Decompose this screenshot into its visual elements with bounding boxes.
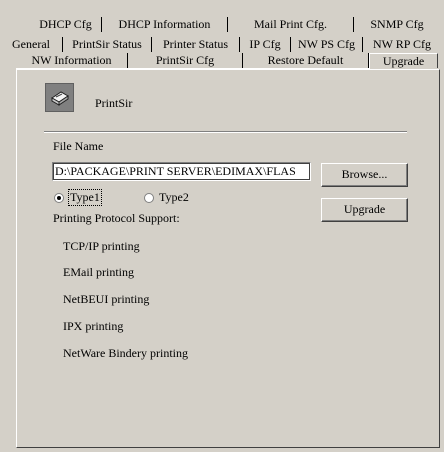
tab-printsir-status[interactable]: PrintSir Status [63, 37, 152, 52]
type2-radio[interactable] [144, 192, 154, 203]
tab-general[interactable]: General [0, 37, 63, 52]
protocol-support-heading: Printing Protocol Support: [53, 211, 180, 225]
tab-mail-print-cfg[interactable]: Mail Print Cfg. [228, 17, 354, 32]
type2-option[interactable]: Type2 [144, 190, 189, 205]
upgrade-panel [16, 69, 440, 448]
tab-row-1: DHCP Cfg DHCP Information Mail Print Cfg… [30, 17, 440, 32]
protocol-item: TCP/IP printing [63, 239, 140, 253]
tab-row-2: General PrintSir Status Printer Status I… [0, 37, 441, 52]
printer-icon [45, 83, 74, 112]
device-name: PrintSir [95, 96, 133, 110]
tab-nw-rp-cfg[interactable]: NW RP Cfg [363, 37, 441, 52]
panel-top-edge [16, 68, 370, 69]
tab-printer-status[interactable]: Printer Status [152, 37, 240, 52]
tab-ip-cfg[interactable]: IP Cfg [240, 37, 291, 52]
tab-snmp-cfg[interactable]: SNMP Cfg [354, 17, 440, 32]
tab-upgrade[interactable]: Upgrade [369, 53, 438, 68]
type1-label: Type1 [68, 189, 102, 206]
type1-radio[interactable] [54, 192, 64, 203]
file-name-label: File Name [53, 139, 104, 153]
tab-restore-default[interactable]: Restore Default [243, 53, 369, 68]
browse-button[interactable]: Browse... [321, 163, 408, 187]
tab-printsir-cfg[interactable]: PrintSir Cfg [128, 53, 243, 68]
protocol-item: IPX printing [63, 319, 124, 333]
upgrade-button[interactable]: Upgrade [321, 198, 408, 222]
type2-label: Type2 [159, 190, 189, 204]
tab-dhcp-cfg[interactable]: DHCP Cfg [30, 17, 102, 32]
protocol-item: NetWare Bindery printing [63, 346, 188, 360]
tab-row-3: NW Information PrintSir Cfg Restore Defa… [16, 53, 438, 68]
file-path-input[interactable]: D:\PACKAGE\PRINT SERVER\EDIMAX\FLAS [52, 162, 311, 181]
tab-dhcp-information[interactable]: DHCP Information [102, 17, 228, 32]
type1-option[interactable]: Type1 [54, 189, 102, 206]
tab-nw-ps-cfg[interactable]: NW PS Cfg [291, 37, 363, 52]
tab-nw-information[interactable]: NW Information [16, 53, 128, 68]
protocol-item: NetBEUI printing [63, 292, 150, 306]
protocol-item: EMail printing [63, 265, 134, 279]
separator [44, 131, 407, 133]
